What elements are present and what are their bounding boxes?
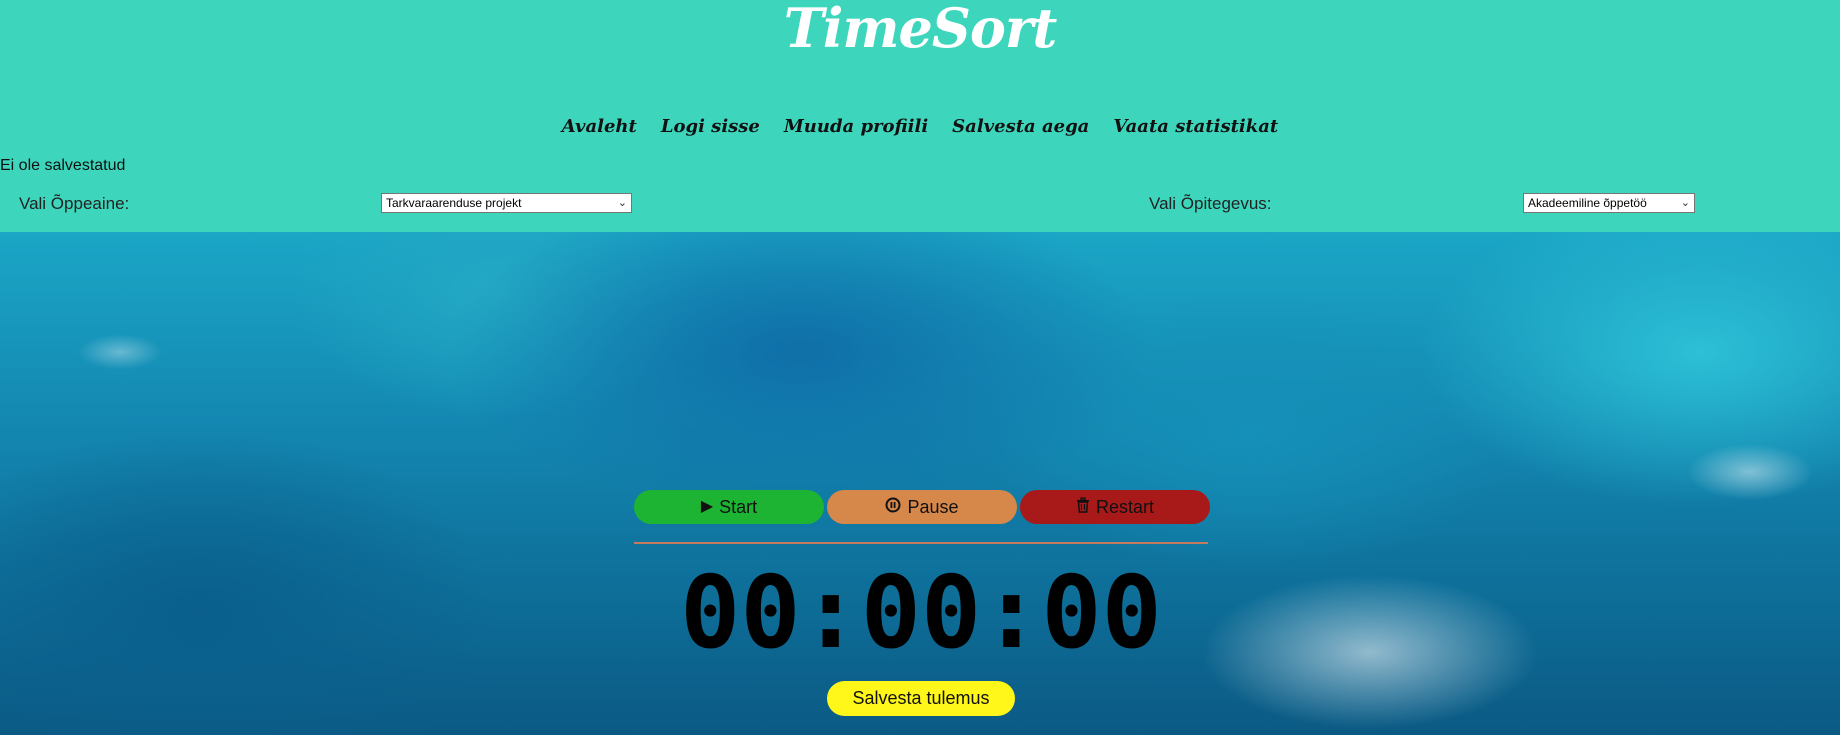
nav-item-login[interactable]: Logi sisse xyxy=(661,112,760,142)
activity-select-value: Akadeemiline õppetöö xyxy=(1528,196,1647,210)
nav-item-save-time[interactable]: Salvesta aega xyxy=(952,112,1089,142)
chevron-down-icon: ⌄ xyxy=(1680,197,1690,209)
start-button-label: Start xyxy=(719,497,758,517)
trash-icon xyxy=(1076,490,1090,524)
activity-select[interactable]: Akadeemiline õppetöö ⌄ xyxy=(1523,193,1695,213)
save-status-text: Ei ole salvestatud xyxy=(0,157,126,174)
pause-button[interactable]: Pause xyxy=(827,490,1017,524)
nav-item-statistics[interactable]: Vaata statistikat xyxy=(1113,112,1278,142)
subject-label: Vali Õppeaine: xyxy=(19,194,130,213)
main-nav: Avaleht Logi sisse Muuda profiili Salves… xyxy=(0,112,1840,142)
restart-button[interactable]: Restart xyxy=(1020,490,1210,524)
nav-item-home[interactable]: Avaleht xyxy=(562,112,637,142)
subject-select-value: Tarkvaraarenduse projekt xyxy=(386,196,522,210)
play-icon: ▶ xyxy=(700,498,714,515)
subject-select[interactable]: Tarkvaraarenduse projekt ⌄ xyxy=(381,193,632,213)
activity-label: Vali Õpitegevus: xyxy=(1149,194,1272,213)
nav-item-edit-profile[interactable]: Muuda profiili xyxy=(784,112,928,142)
pause-circle-icon xyxy=(885,490,901,524)
header-bar: TimeSort Avaleht Logi sisse Muuda profii… xyxy=(0,0,1840,232)
restart-button-label: Restart xyxy=(1095,497,1155,517)
app-logo[interactable]: TimeSort xyxy=(0,0,1840,56)
divider xyxy=(634,542,1208,544)
timer-display: 00:00:00 xyxy=(680,554,1162,671)
chevron-down-icon: ⌄ xyxy=(617,197,627,209)
pause-button-label: Pause xyxy=(907,497,959,517)
start-button[interactable]: ▶ Start xyxy=(634,490,824,524)
save-result-button[interactable]: Salvesta tulemus xyxy=(827,681,1015,716)
